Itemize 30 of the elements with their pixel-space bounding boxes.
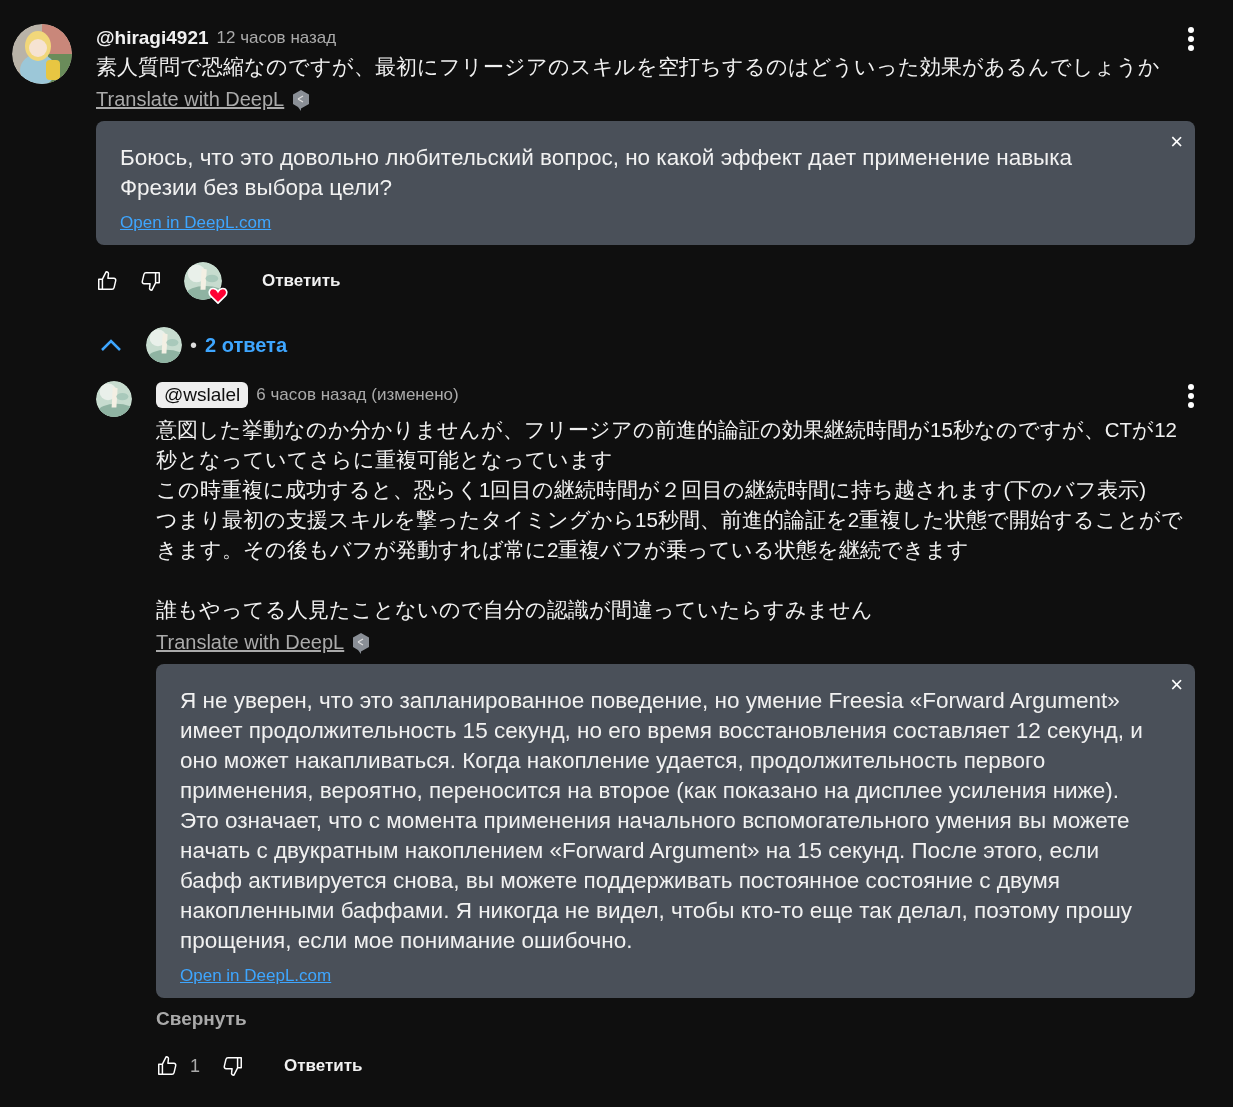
reply-button[interactable]: Ответить <box>284 1056 363 1076</box>
like-button[interactable] <box>96 270 118 292</box>
share-icon <box>292 88 311 111</box>
reply-button[interactable]: Ответить <box>262 271 341 291</box>
dislike-button[interactable] <box>222 1055 244 1077</box>
reply-author[interactable]: @wslalel <box>156 382 249 408</box>
comment-text: 素人質問で恐縮なのですが、最初にフリージアのスキルを空打ちするのはどういった効果があるんでしょうか <box>96 54 1161 80</box>
replies-toggle[interactable]: • 2 ответа <box>100 327 1195 363</box>
share-icon <box>352 631 371 654</box>
reply-time: 6 часов назад (изменено) <box>256 385 459 405</box>
dislike-button[interactable] <box>140 270 162 292</box>
comment-time: 12 часов назад <box>216 28 337 48</box>
more-icon[interactable] <box>1187 383 1195 409</box>
reply-text: 誰もやってる人見たことないので自分の認識が間違っていたらすみません <box>156 597 874 623</box>
collapse-button[interactable]: Свернуть <box>156 1008 247 1030</box>
translate-link[interactable]: Translate with DeepL <box>96 88 285 111</box>
comment-author[interactable]: @hiragi4921 <box>96 27 209 49</box>
close-button[interactable]: × <box>1170 129 1183 155</box>
chevron-up-icon <box>100 338 122 352</box>
separator-dot: • <box>190 333 197 357</box>
translation-text: Боюсь, что это довольно любительский вопрос, но какой эффект дает применение навыка Фрезии без выбора цели? <box>120 144 1074 202</box>
close-button[interactable]: × <box>1170 672 1183 698</box>
more-icon[interactable] <box>1187 26 1195 52</box>
like-button[interactable]: 1 <box>156 1055 200 1077</box>
thumbs-up-icon <box>156 1055 178 1077</box>
translation-text: Я не уверен, что это запланированное поведение, но умение Freesia «Forward Argument» имеет продолжительность 15 секунд, но его время восстановления составляет 12 секунд, и оно может накапливаться. Когда накопление удается, продолжительность первого применения, вероятно, переносится на второе (как показано на дисплее усиления ниже). Это означает, что с момента применения начального вспомогательного умения вы можете начать с двукратным накоплением «Forward Argument» на 15 секунд. После этого, если бафф активируется снова, вы можете поддерживать постоянное состояние с двумя накопленными баффами. Я никогда не видел, чтобы кто-то еще так делал, поэтому прошу прощения, если мое понимание ошибочно. <box>180 687 1144 955</box>
reply-text: この時重複に成功すると、恐らく1回目の継続時間が２回目の継続時間に持ち越されます(下のバフ表示) <box>156 477 1148 503</box>
translate-link[interactable]: Translate with DeepL <box>156 631 345 654</box>
reply-text: つまり最初の支援スキルを撃ったタイミングから15秒間、前進的論証を2重複した状態で開始することができます。その後もバフが発動すれば常に2重複バフが乗っている状態を継続できます <box>156 507 1185 563</box>
reply-text: 意図した挙動なのか分かりませんが、フリージアの前進的論証の効果継続時間が15秒なのですが、CTが12秒となっていてさらに重複可能となっています <box>156 417 1178 473</box>
